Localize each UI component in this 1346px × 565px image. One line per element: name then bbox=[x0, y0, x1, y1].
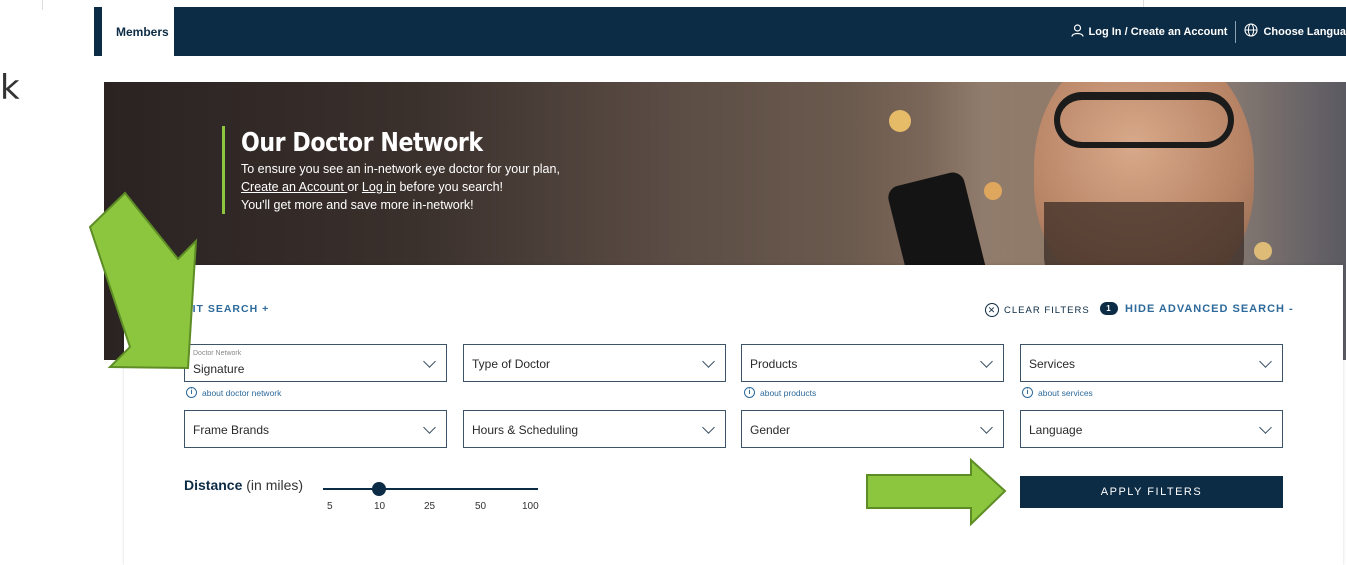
distance-tick: 100 bbox=[522, 501, 539, 512]
login-inline-link[interactable]: Log in bbox=[362, 180, 396, 194]
language-select[interactable]: Language bbox=[1020, 410, 1283, 448]
nav-utilities: Log In / Create an Account Choose Langua bbox=[1070, 7, 1346, 56]
clear-filters-button[interactable]: ✕ CLEAR FILTERS bbox=[985, 303, 1090, 317]
search-panel: DIT SEARCH + ✕ CLEAR FILTERS 1 HIDE ADVA… bbox=[124, 265, 1343, 565]
info-icon: i bbox=[1022, 387, 1033, 398]
apply-filters-button[interactable]: APPLY FILTERS bbox=[1020, 476, 1283, 508]
doctor-network-label: Doctor Network bbox=[193, 350, 242, 357]
arrow-annotation-icon bbox=[88, 191, 198, 370]
chevron-down-icon bbox=[423, 355, 436, 368]
distance-tick: 10 bbox=[374, 501, 386, 512]
about-services-link[interactable]: i about services bbox=[1022, 387, 1093, 398]
chevron-down-icon bbox=[702, 355, 715, 368]
chevron-down-icon bbox=[980, 355, 993, 368]
hours-scheduling-select[interactable]: Hours & Scheduling bbox=[463, 410, 726, 448]
top-nav: Members Log In / Create an Account Choos… bbox=[94, 7, 1346, 56]
distance-tick: 5 bbox=[327, 501, 333, 512]
chevron-down-icon bbox=[1259, 355, 1272, 368]
distance-slider-handle[interactable] bbox=[372, 482, 386, 496]
doctor-network-value: Signature bbox=[193, 362, 245, 376]
partial-heading-char: k bbox=[0, 68, 20, 108]
info-icon: i bbox=[744, 387, 755, 398]
hero-line-1: To ensure you see an in-network eye doct… bbox=[241, 162, 560, 176]
eyeglasses-image bbox=[1054, 92, 1234, 148]
nav-separator bbox=[1235, 20, 1237, 43]
bokeh-light bbox=[889, 110, 911, 132]
hide-advanced-search-toggle[interactable]: 1 HIDE ADVANCED SEARCH - bbox=[1100, 302, 1294, 315]
frame-brands-select[interactable]: Frame Brands bbox=[184, 410, 447, 448]
chevron-down-icon bbox=[1259, 421, 1272, 434]
bokeh-light bbox=[1254, 242, 1272, 260]
chevron-down-icon bbox=[702, 421, 715, 434]
type-of-doctor-select[interactable]: Type of Doctor bbox=[463, 344, 726, 382]
page-title: Our Doctor Network bbox=[241, 128, 483, 158]
distance-slider-track[interactable] bbox=[323, 488, 538, 490]
chevron-down-icon bbox=[423, 421, 436, 434]
distance-tick: 50 bbox=[475, 501, 487, 512]
create-account-link[interactable]: Create an Account bbox=[241, 180, 347, 194]
close-icon: ✕ bbox=[985, 303, 999, 317]
chevron-down-icon bbox=[980, 421, 993, 434]
gender-select[interactable]: Gender bbox=[741, 410, 1004, 448]
hero-line-3: You'll get more and save more in-network… bbox=[241, 198, 474, 212]
tab-members-label: Members bbox=[116, 24, 169, 39]
doctor-network-select[interactable]: Doctor Network Signature bbox=[184, 344, 447, 382]
distance-label: Distance (in miles) bbox=[184, 477, 304, 493]
arrow-annotation-icon bbox=[866, 458, 1007, 526]
user-icon bbox=[1070, 23, 1084, 40]
services-select[interactable]: Services bbox=[1020, 344, 1283, 382]
choose-language-button[interactable]: Choose Langua bbox=[1263, 26, 1346, 38]
login-link[interactable]: Log In / Create an Account bbox=[1089, 26, 1228, 38]
globe-icon bbox=[1244, 23, 1259, 40]
distance-tick: 25 bbox=[424, 501, 436, 512]
hero-line-2: Create an Account or Log in before you s… bbox=[241, 180, 503, 194]
about-doctor-network-link[interactable]: i about doctor network bbox=[186, 387, 281, 398]
hero-text-block: Our Doctor Network To ensure you see an … bbox=[222, 126, 560, 214]
divider bbox=[42, 0, 43, 10]
products-select[interactable]: Products bbox=[741, 344, 1004, 382]
about-products-link[interactable]: i about products bbox=[744, 387, 816, 398]
bokeh-light bbox=[984, 182, 1002, 200]
tab-members[interactable]: Members bbox=[94, 7, 174, 56]
filter-count-badge: 1 bbox=[1100, 302, 1118, 315]
info-icon: i bbox=[186, 387, 197, 398]
